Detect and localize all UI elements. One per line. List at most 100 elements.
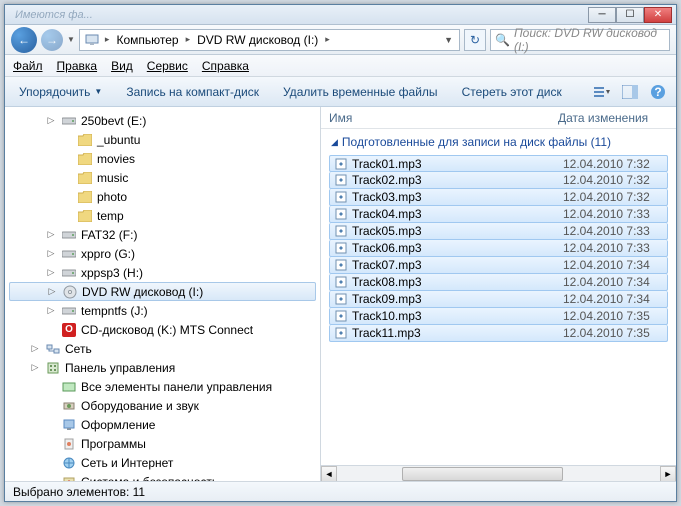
expand-icon[interactable]: ▷ bbox=[29, 362, 41, 373]
organize-button[interactable]: Упорядочить ▼ bbox=[13, 83, 108, 101]
breadcrumb[interactable]: ▸ Компьютер ▸ DVD RW дисковод (I:) ▸ ▼ bbox=[79, 29, 460, 51]
view-options-button[interactable] bbox=[592, 82, 612, 102]
tree-item[interactable]: photo bbox=[5, 187, 320, 206]
tree-item[interactable]: ▷ Панель управления bbox=[5, 358, 320, 377]
scroll-track[interactable] bbox=[337, 466, 660, 482]
preview-pane-button[interactable] bbox=[620, 82, 640, 102]
file-row[interactable]: Track03.mp312.04.2010 7:32 bbox=[329, 189, 668, 206]
tree-item-label: tempntfs (J:) bbox=[81, 304, 148, 318]
scroll-thumb[interactable] bbox=[402, 467, 564, 481]
file-row[interactable]: Track02.mp312.04.2010 7:32 bbox=[329, 172, 668, 189]
tree-item-label: 250bevt (E:) bbox=[81, 114, 146, 128]
drive-icon bbox=[61, 113, 77, 129]
folder-tree[interactable]: ▷250bevt (E:)_ubuntumoviesmusicphototemp… bbox=[5, 107, 321, 481]
expand-icon[interactable]: ▷ bbox=[45, 248, 57, 259]
tree-item[interactable]: ▷ DVD RW дисковод (I:) bbox=[9, 282, 316, 301]
expand-icon[interactable]: ▷ bbox=[29, 343, 41, 354]
tree-item-label: Оборудование и звук bbox=[81, 399, 199, 413]
tree-item-label: _ubuntu bbox=[97, 133, 140, 147]
group-header[interactable]: ◢ Подготовленные для записи на диск файл… bbox=[321, 129, 676, 155]
horizontal-scrollbar[interactable]: ◄ ► bbox=[321, 465, 676, 481]
expand-icon[interactable]: ▷ bbox=[45, 229, 57, 240]
tree-item[interactable]: ▷ 250bevt (E:) bbox=[5, 111, 320, 130]
menu-view[interactable]: Вид bbox=[111, 59, 133, 73]
column-date[interactable]: Дата изменения bbox=[558, 111, 668, 125]
menu-file[interactable]: Файл bbox=[13, 59, 43, 73]
tree-item[interactable]: Система и безопасность bbox=[5, 472, 320, 481]
tree-item-label: DVD RW дисковод (I:) bbox=[82, 285, 203, 299]
computer-icon bbox=[84, 32, 100, 48]
tree-item[interactable]: movies bbox=[5, 149, 320, 168]
file-row[interactable]: Track01.mp312.04.2010 7:32 bbox=[329, 155, 668, 172]
tree-item[interactable]: _ubuntu bbox=[5, 130, 320, 149]
maximize-button[interactable]: ☐ bbox=[616, 7, 644, 23]
file-name: Track06.mp3 bbox=[352, 241, 559, 255]
file-row[interactable]: Track06.mp312.04.2010 7:33 bbox=[329, 240, 668, 257]
tree-item[interactable]: OCD-дисковод (K:) MTS Connect bbox=[5, 320, 320, 339]
status-text: Выбрано элементов: 11 bbox=[13, 485, 145, 499]
file-row[interactable]: Track08.mp312.04.2010 7:34 bbox=[329, 274, 668, 291]
file-name: Track05.mp3 bbox=[352, 224, 559, 238]
burn-button[interactable]: Запись на компакт-диск bbox=[120, 83, 265, 101]
tree-item[interactable]: Все элементы панели управления bbox=[5, 377, 320, 396]
menu-tools[interactable]: Сервис bbox=[147, 59, 188, 73]
file-pending-icon bbox=[334, 275, 348, 289]
menu-edit[interactable]: Правка bbox=[57, 59, 98, 73]
tree-item-label: FAT32 (F:) bbox=[81, 228, 137, 242]
chevron-right-icon[interactable]: ▸ bbox=[322, 34, 333, 45]
scroll-right-button[interactable]: ► bbox=[660, 466, 676, 482]
drive-icon bbox=[61, 246, 77, 262]
file-pending-icon bbox=[334, 309, 348, 323]
tree-item[interactable]: temp bbox=[5, 206, 320, 225]
tree-item[interactable]: Оформление bbox=[5, 415, 320, 434]
refresh-button[interactable]: ↻ bbox=[464, 29, 486, 51]
tree-item[interactable]: ▷xppsp3 (H:) bbox=[5, 263, 320, 282]
forward-button[interactable]: → bbox=[41, 29, 63, 51]
tree-item[interactable]: music bbox=[5, 168, 320, 187]
column-name[interactable]: Имя bbox=[329, 111, 558, 125]
menu-help[interactable]: Справка bbox=[202, 59, 249, 73]
tree-item[interactable]: Оборудование и звук bbox=[5, 396, 320, 415]
file-row[interactable]: Track10.mp312.04.2010 7:35 bbox=[329, 308, 668, 325]
expand-icon[interactable]: ▷ bbox=[45, 305, 57, 316]
tree-item[interactable]: ▷ FAT32 (F:) bbox=[5, 225, 320, 244]
chevron-right-icon[interactable]: ▸ bbox=[102, 34, 113, 45]
tree-item[interactable]: ▷ tempntfs (J:) bbox=[5, 301, 320, 320]
history-dropdown-icon[interactable]: ▼ bbox=[67, 35, 75, 44]
appear-icon bbox=[61, 417, 77, 433]
file-row[interactable]: Track11.mp312.04.2010 7:35 bbox=[329, 325, 668, 342]
file-date: 12.04.2010 7:32 bbox=[563, 173, 663, 187]
chevron-down-icon: ▼ bbox=[94, 87, 102, 96]
file-date: 12.04.2010 7:32 bbox=[563, 190, 663, 204]
search-input[interactable]: 🔍 Поиск: DVD RW дисковод (I:) bbox=[490, 29, 670, 51]
file-row[interactable]: Track05.mp312.04.2010 7:33 bbox=[329, 223, 668, 240]
body: ▷250bevt (E:)_ubuntumoviesmusicphototemp… bbox=[5, 107, 676, 481]
close-button[interactable]: ✕ bbox=[644, 7, 672, 23]
tree-item[interactable]: Сеть и Интернет bbox=[5, 453, 320, 472]
panel-green-icon bbox=[61, 379, 77, 395]
prog-icon bbox=[61, 436, 77, 452]
file-row[interactable]: Track04.mp312.04.2010 7:33 bbox=[329, 206, 668, 223]
chevron-right-icon[interactable]: ▸ bbox=[183, 34, 194, 45]
expand-icon[interactable]: ▷ bbox=[46, 286, 58, 297]
minimize-button[interactable]: ─ bbox=[588, 7, 616, 23]
delete-temp-button[interactable]: Удалить временные файлы bbox=[277, 83, 444, 101]
help-button[interactable]: ? bbox=[648, 82, 668, 102]
drive-icon bbox=[61, 303, 77, 319]
tree-item[interactable]: ▷xppro (G:) bbox=[5, 244, 320, 263]
file-row[interactable]: Track09.mp312.04.2010 7:34 bbox=[329, 291, 668, 308]
tree-item-label: Панель управления bbox=[65, 361, 175, 375]
expand-icon[interactable]: ▷ bbox=[45, 267, 57, 278]
breadcrumb-dropdown-icon[interactable]: ▼ bbox=[440, 35, 457, 45]
folder-icon bbox=[77, 189, 93, 205]
breadcrumb-computer[interactable]: Компьютер bbox=[112, 33, 182, 47]
breadcrumb-drive[interactable]: DVD RW дисковод (I:) bbox=[193, 33, 322, 47]
back-button[interactable]: ← bbox=[11, 27, 37, 53]
titlebar: Имеются фа... ─ ☐ ✕ bbox=[5, 5, 676, 25]
erase-disc-button[interactable]: Стереть этот диск bbox=[456, 83, 568, 101]
scroll-left-button[interactable]: ◄ bbox=[321, 466, 337, 482]
expand-icon[interactable]: ▷ bbox=[45, 115, 57, 126]
file-row[interactable]: Track07.mp312.04.2010 7:34 bbox=[329, 257, 668, 274]
tree-item[interactable]: Программы bbox=[5, 434, 320, 453]
tree-item[interactable]: ▷Сеть bbox=[5, 339, 320, 358]
